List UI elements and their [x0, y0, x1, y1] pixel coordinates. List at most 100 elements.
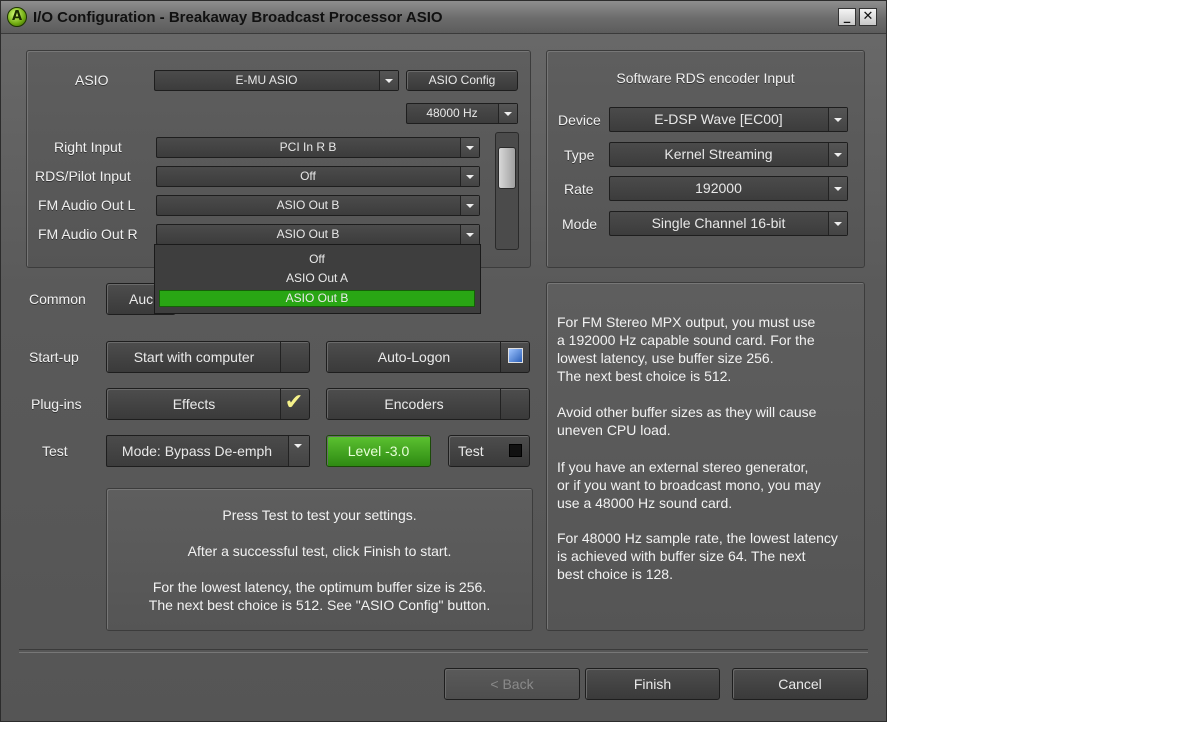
rds-pilot-input-value: Off: [300, 169, 316, 183]
app-logo-icon: [7, 7, 27, 27]
rds-rate-select[interactable]: 192000: [609, 176, 848, 201]
encoders-label: Encoders: [384, 396, 444, 412]
dropdown-option-asio-out-b[interactable]: ASIO Out B: [159, 290, 475, 307]
rds-panel-title: Software RDS encoder Input: [616, 70, 795, 86]
right-input-label: Right Input: [54, 139, 122, 155]
info-paragraph-3: If you have an external stereo generator…: [557, 458, 821, 512]
encoders-button[interactable]: Encoders: [326, 388, 530, 420]
start-with-computer-toggle[interactable]: [280, 342, 309, 372]
dropdown-option-asio-out-a[interactable]: ASIO Out A: [159, 270, 475, 287]
start-with-computer-button[interactable]: Start with computer: [106, 341, 310, 373]
rds-pilot-input-select[interactable]: Off: [156, 166, 480, 187]
info-line: use a 48000 Hz sound card.: [557, 495, 733, 511]
fm-audio-out-l-label: FM Audio Out L: [38, 197, 136, 213]
chevron-down-icon: [288, 436, 309, 466]
info-line: If you have an external stereo generator…: [557, 459, 809, 475]
cancel-button[interactable]: Cancel: [732, 668, 868, 700]
user-logon-icon: [508, 348, 523, 363]
chevron-down-icon: [379, 71, 398, 90]
chevron-down-icon: [828, 177, 847, 200]
test-button-label: Test: [458, 443, 484, 459]
startup-label: Start-up: [29, 349, 79, 365]
test-button[interactable]: Test: [448, 435, 530, 467]
chevron-down-icon: [828, 212, 847, 235]
sample-rate-value: 48000 Hz: [426, 106, 478, 120]
test-mode-select[interactable]: Mode: Bypass De-emph: [106, 435, 310, 467]
info-paragraph-2: Avoid other buffer sizes as they will ca…: [557, 403, 816, 439]
test-mode-value: Mode: Bypass De-emph: [121, 443, 273, 459]
effects-button[interactable]: Effects ✔: [106, 388, 310, 420]
info-line: lowest latency, use buffer size 256.: [557, 350, 774, 366]
encoders-toggle[interactable]: [500, 389, 529, 419]
title-bar[interactable]: I/O Configuration - Breakaway Broadcast …: [1, 1, 886, 34]
sample-rate-select[interactable]: 48000 Hz: [406, 103, 518, 124]
rds-pilot-input-label: RDS/Pilot Input: [35, 168, 131, 184]
fm-audio-out-r-label: FM Audio Out R: [38, 226, 138, 242]
minimize-button[interactable]: _: [838, 8, 856, 26]
rds-device-label: Device: [558, 112, 601, 128]
right-input-value: PCI In R B: [279, 140, 337, 154]
test-info-line-3: For the lowest latency, the optimum buff…: [152, 579, 487, 595]
finish-button[interactable]: Finish: [585, 668, 720, 700]
info-line: uneven CPU load.: [557, 422, 671, 438]
common-label: Common: [29, 291, 86, 307]
info-line: For FM Stereo MPX output, you must use: [557, 314, 816, 330]
info-line: best choice is 128.: [557, 566, 673, 582]
auto-logon-label: Auto-Logon: [377, 349, 451, 365]
asio-label: ASIO: [75, 72, 109, 88]
rds-device-select[interactable]: E-DSP Wave [EC00]: [609, 107, 848, 132]
io-configuration-window: I/O Configuration - Breakaway Broadcast …: [0, 0, 887, 722]
rds-rate-label: Rate: [564, 181, 594, 197]
rds-mode-label: Mode: [562, 216, 598, 232]
test-label: Test: [42, 443, 68, 459]
asio-config-button[interactable]: ASIO Config: [406, 70, 518, 91]
chevron-down-icon: [460, 196, 479, 215]
auto-logon-toggle[interactable]: [500, 342, 529, 372]
info-paragraph-4: For 48000 Hz sample rate, the lowest lat…: [557, 529, 838, 583]
fm-audio-out-r-value: ASIO Out B: [276, 227, 340, 241]
chevron-down-icon: [460, 225, 479, 244]
test-info-line-2: After a successful test, click Finish to…: [187, 543, 452, 559]
chevron-down-icon: [460, 167, 479, 186]
chevron-down-icon: [460, 138, 479, 157]
rds-mode-value: Single Channel 16-bit: [651, 215, 786, 231]
rds-type-label: Type: [564, 147, 595, 163]
info-line: The next best choice is 512.: [557, 368, 732, 384]
chevron-down-icon: [498, 104, 517, 123]
info-paragraph-1: For FM Stereo MPX output, you must use a…: [557, 313, 815, 385]
test-info-line-4: The next best choice is 512. See "ASIO C…: [148, 597, 491, 613]
rds-type-select[interactable]: Kernel Streaming: [609, 142, 848, 167]
effects-toggle[interactable]: ✔: [280, 389, 309, 419]
close-button[interactable]: ✕: [859, 8, 877, 26]
rds-type-value: Kernel Streaming: [664, 146, 773, 162]
plugins-label: Plug-ins: [31, 396, 82, 412]
dropdown-option-off[interactable]: Off: [159, 251, 475, 268]
back-button[interactable]: < Back: [444, 668, 580, 700]
checkmark-icon: ✔: [284, 390, 304, 415]
effects-label: Effects: [172, 396, 216, 412]
info-line: Avoid other buffer sizes as they will ca…: [557, 404, 817, 420]
level-button[interactable]: Level -3.0: [326, 435, 431, 467]
rds-device-value: E-DSP Wave [EC00]: [654, 111, 783, 127]
asio-device-select[interactable]: E-MU ASIO: [154, 70, 399, 91]
fm-audio-out-r-dropdown: Off ASIO Out A ASIO Out B: [154, 244, 481, 314]
test-indicator-icon: [509, 444, 522, 457]
footer-separator: [19, 649, 868, 653]
asio-device-value: E-MU ASIO: [235, 73, 298, 87]
scrollbar-thumb[interactable]: [498, 147, 516, 189]
rds-mode-select[interactable]: Single Channel 16-bit: [609, 211, 848, 236]
fm-audio-out-r-select[interactable]: ASIO Out B: [156, 224, 480, 245]
chevron-down-icon: [828, 143, 847, 166]
right-input-select[interactable]: PCI In R B: [156, 137, 480, 158]
fm-audio-out-l-select[interactable]: ASIO Out B: [156, 195, 480, 216]
info-line: a 192000 Hz capable sound card. For the: [557, 332, 815, 348]
info-line: is achieved with buffer size 64. The nex…: [557, 548, 806, 564]
start-with-computer-label: Start with computer: [133, 349, 255, 365]
io-scrollbar[interactable]: [495, 132, 519, 250]
window-title: I/O Configuration - Breakaway Broadcast …: [33, 9, 443, 26]
fm-audio-out-l-value: ASIO Out B: [276, 198, 340, 212]
rds-rate-value: 192000: [695, 180, 742, 196]
auto-logon-button[interactable]: Auto-Logon: [326, 341, 530, 373]
chevron-down-icon: [828, 108, 847, 131]
test-info-line-1: Press Test to test your settings.: [222, 507, 417, 523]
